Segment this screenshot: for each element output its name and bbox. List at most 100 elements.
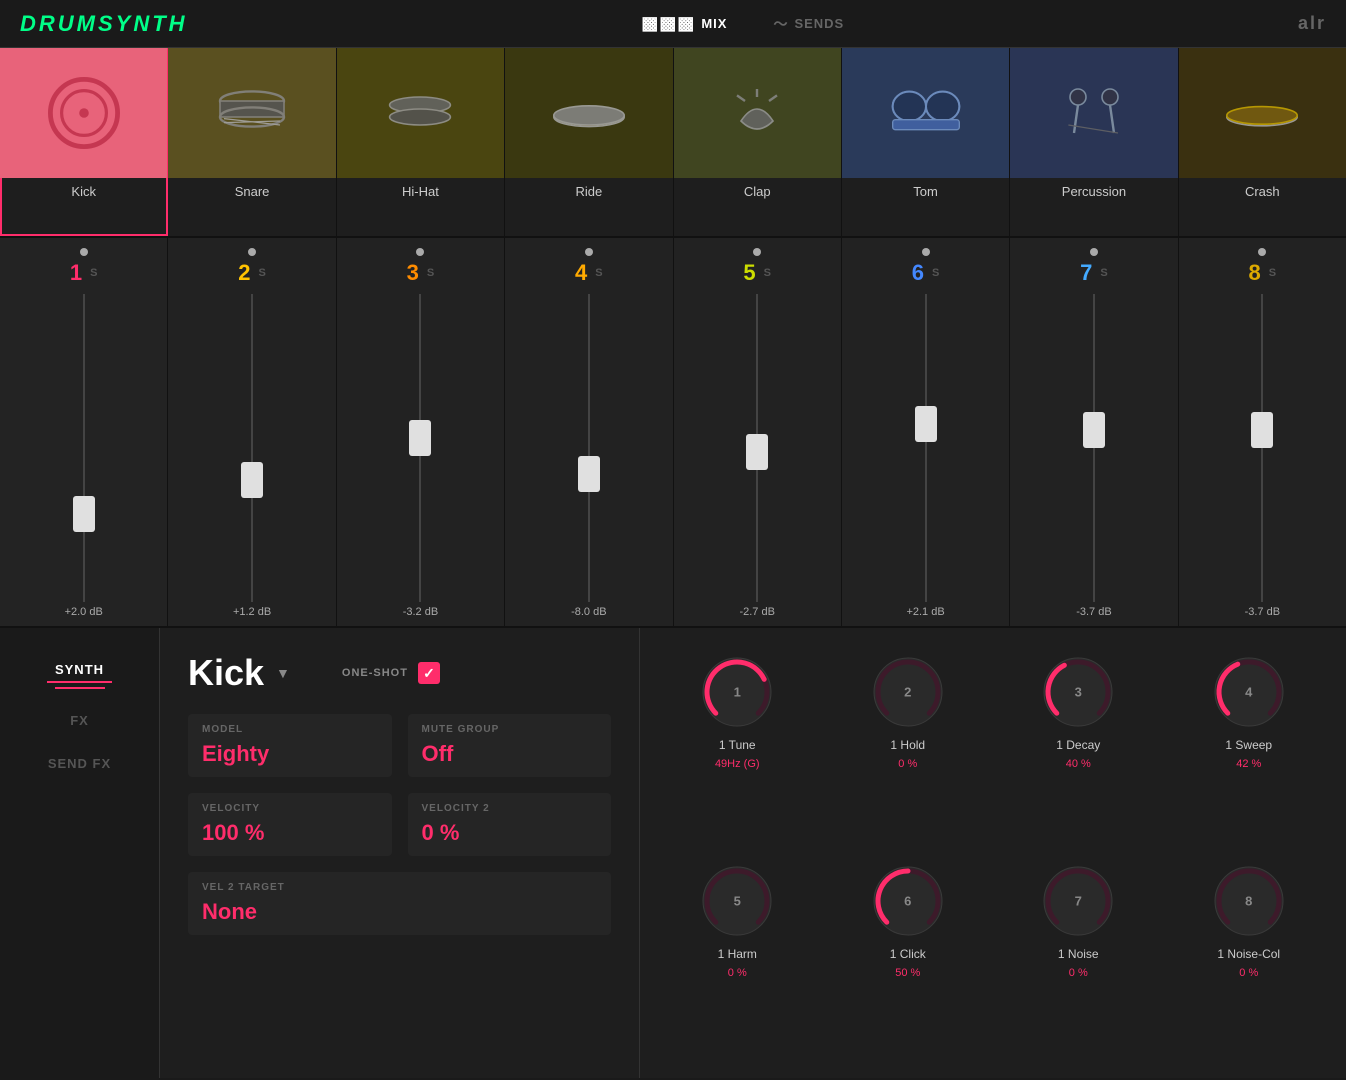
crash-label: Crash — [1179, 178, 1346, 236]
channel-kick[interactable]: 1 S +2.0 dB — [0, 238, 168, 626]
channel-crash[interactable]: 8 S -3.7 dB — [1179, 238, 1346, 626]
knob-label-click: 1 Click — [890, 947, 926, 961]
synth-panel: Kick ▼ ONE-SHOT ✓ MODEL Eighty MUTE GROU… — [160, 628, 640, 1078]
channel-solo-clap[interactable]: S — [764, 267, 771, 279]
nav-synth[interactable]: SYNTH — [47, 658, 112, 683]
knob-num-noise: 7 — [1075, 894, 1082, 909]
nav-fx[interactable]: FX — [62, 709, 97, 732]
one-shot-row: ONE-SHOT ✓ — [342, 662, 440, 684]
param-velocity: VELOCITY 100 % — [188, 793, 392, 856]
fader-thumb-clap[interactable] — [746, 434, 768, 470]
channel-solo-percussion[interactable]: S — [1100, 267, 1107, 279]
fader-kick[interactable] — [6, 294, 161, 602]
pad-image-clap — [674, 48, 841, 178]
fader-thumb-snare[interactable] — [241, 462, 263, 498]
fader-thumb-crash[interactable] — [1251, 412, 1273, 448]
knob-sweep[interactable]: 4 1 Sweep 42 % — [1172, 652, 1327, 845]
fader-thumb-ride[interactable] — [578, 456, 600, 492]
channel-snare[interactable]: 2 S +1.2 dB — [168, 238, 336, 626]
fader-thumb-kick[interactable] — [73, 496, 95, 532]
drum-pad-tom[interactable]: Tom — [842, 48, 1010, 236]
fader-track-percussion — [1093, 294, 1095, 602]
velocity-label: VELOCITY — [202, 803, 378, 814]
drum-pad-kick[interactable]: Kick — [0, 48, 168, 236]
percussion-label: Percussion — [1010, 178, 1177, 236]
channel-solo-snare[interactable]: S — [259, 267, 266, 279]
drum-pad-crash[interactable]: Crash — [1179, 48, 1346, 236]
one-shot-checkbox[interactable]: ✓ — [418, 662, 440, 684]
channel-header-snare: 2 S — [174, 260, 329, 286]
knob-wrap-hold: 2 — [868, 652, 948, 732]
pan-knob-clap[interactable] — [680, 248, 835, 256]
fader-ride[interactable] — [511, 294, 666, 602]
clap-icon — [717, 73, 797, 153]
channel-tom[interactable]: 6 S +2.1 dB — [842, 238, 1010, 626]
tab-mix[interactable]: ▩▩▩ MIX — [633, 9, 735, 38]
instrument-dropdown[interactable]: ▼ — [276, 665, 290, 681]
vel2-target-value[interactable]: None — [202, 899, 597, 925]
channel-clap[interactable]: 5 S -2.7 dB — [674, 238, 842, 626]
app-logo: DRUMSYNTH — [20, 11, 188, 37]
knob-tune[interactable]: 1 1 Tune 49Hz (G) — [660, 652, 815, 845]
pan-knob-crash[interactable] — [1185, 248, 1340, 256]
drum-pad-percussion[interactable]: Percussion — [1010, 48, 1178, 236]
channel-ride[interactable]: 4 S -8.0 dB — [505, 238, 673, 626]
velocity2-label: VELOCITY 2 — [422, 803, 598, 814]
fader-track-tom — [925, 294, 927, 602]
fader-crash[interactable] — [1185, 294, 1340, 602]
fader-snare[interactable] — [174, 294, 329, 602]
fader-thumb-hihat[interactable] — [409, 420, 431, 456]
knob-hold[interactable]: 2 1 Hold 0 % — [831, 652, 986, 845]
knob-wrap-noise_col: 8 — [1209, 861, 1289, 941]
pan-knob-hihat[interactable] — [343, 248, 498, 256]
pan-dot-crash — [1258, 248, 1266, 256]
knob-wrap-noise: 7 — [1038, 861, 1118, 941]
channel-number-percussion: 7 — [1080, 260, 1092, 286]
fader-thumb-tom[interactable] — [915, 406, 937, 442]
channel-solo-kick[interactable]: S — [90, 267, 97, 279]
pan-knob-percussion[interactable] — [1016, 248, 1171, 256]
pan-knob-snare[interactable] — [174, 248, 329, 256]
mute-group-value[interactable]: Off — [422, 741, 598, 767]
drum-pad-hihat[interactable]: Hi-Hat — [337, 48, 505, 236]
drum-pad-clap[interactable]: Clap — [674, 48, 842, 236]
mixer-section: 1 S +2.0 dB 2 S +1.2 dB 3 S — [0, 238, 1346, 628]
nav-send-fx[interactable]: SEND FX — [40, 752, 119, 775]
knob-value-click: 50 % — [895, 967, 920, 979]
channel-solo-hihat[interactable]: S — [427, 267, 434, 279]
pan-knob-ride[interactable] — [511, 248, 666, 256]
drum-pad-ride[interactable]: Ride — [505, 48, 673, 236]
pad-image-crash — [1179, 48, 1346, 178]
pad-image-tom — [842, 48, 1009, 178]
clap-label: Clap — [674, 178, 841, 236]
mute-group-label: MUTE GROUP — [422, 724, 598, 735]
channel-solo-tom[interactable]: S — [932, 267, 939, 279]
fader-thumb-percussion[interactable] — [1083, 412, 1105, 448]
pan-knob-tom[interactable] — [848, 248, 1003, 256]
fader-hihat[interactable] — [343, 294, 498, 602]
tab-sends[interactable]: 〜 SENDS — [765, 10, 852, 38]
crash-icon — [1222, 73, 1302, 153]
fader-percussion[interactable] — [1016, 294, 1171, 602]
model-value[interactable]: Eighty — [202, 741, 378, 767]
mix-icon: ▩▩▩ — [641, 13, 695, 34]
channel-solo-ride[interactable]: S — [595, 267, 602, 279]
drum-pad-snare[interactable]: Snare — [168, 48, 336, 236]
channel-percussion[interactable]: 7 S -3.7 dB — [1010, 238, 1178, 626]
ride-label: Ride — [505, 178, 672, 236]
knob-click[interactable]: 6 1 Click 50 % — [831, 861, 986, 1054]
knob-noise_col[interactable]: 8 1 Noise-Col 0 % — [1172, 861, 1327, 1054]
knob-harm[interactable]: 5 1 Harm 0 % — [660, 861, 815, 1054]
velocity2-value[interactable]: 0 % — [422, 820, 598, 846]
fader-clap[interactable] — [680, 294, 835, 602]
knob-decay[interactable]: 3 1 Decay 40 % — [1001, 652, 1156, 845]
channel-hihat[interactable]: 3 S -3.2 dB — [337, 238, 505, 626]
velocity-value[interactable]: 100 % — [202, 820, 378, 846]
knob-noise[interactable]: 7 1 Noise 0 % — [1001, 861, 1156, 1054]
pan-knob-kick[interactable] — [6, 248, 161, 256]
wave-icon: 〜 — [773, 14, 788, 34]
tom-icon — [886, 73, 966, 153]
channel-number-crash: 8 — [1249, 260, 1261, 286]
fader-tom[interactable] — [848, 294, 1003, 602]
channel-solo-crash[interactable]: S — [1269, 267, 1276, 279]
